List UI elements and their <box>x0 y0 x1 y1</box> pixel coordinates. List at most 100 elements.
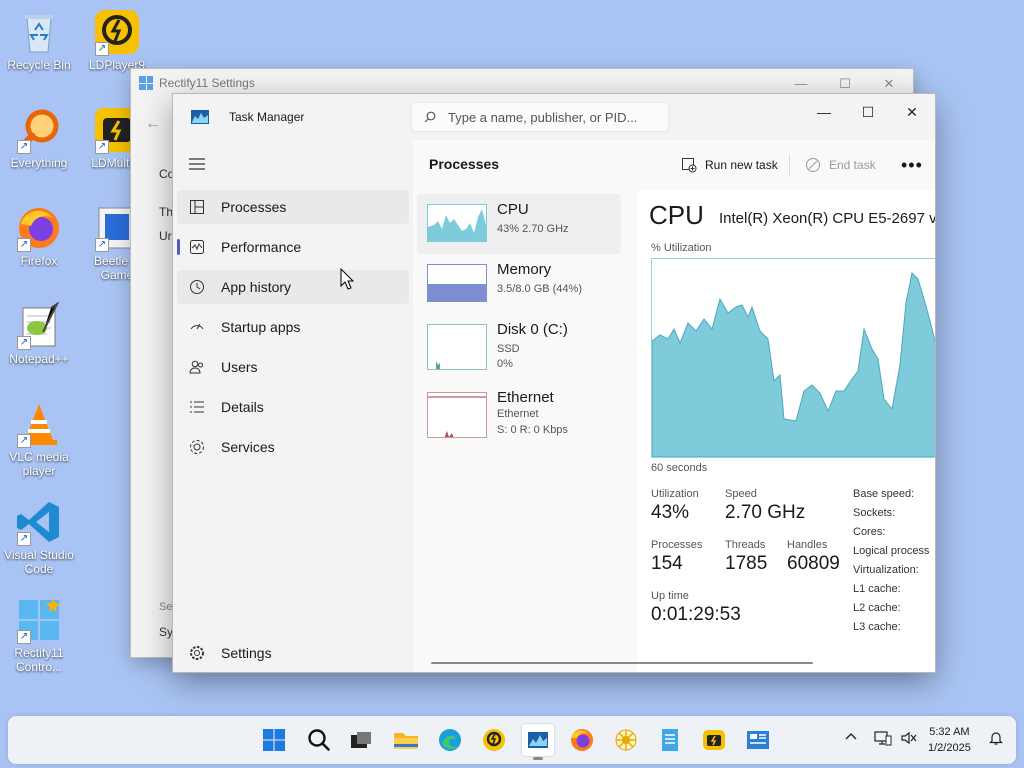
minimize-button[interactable]: — <box>781 73 821 95</box>
taskbar-notepad[interactable] <box>654 724 686 756</box>
taskbar-control-app[interactable] <box>742 724 774 756</box>
services-icon <box>190 440 204 454</box>
perf-item-name: Memory <box>497 261 552 278</box>
nav-item-label: Users <box>221 359 258 375</box>
task-manager-titlebar[interactable]: Task Manager — ☐ ✕ <box>173 94 935 140</box>
vlc-cone-icon: ↗ <box>15 400 63 448</box>
perf-item-ethernet[interactable]: Ethernet Ethernet S: 0 R: 0 Kbps <box>417 382 621 446</box>
perf-item-disk[interactable]: Disk 0 (C:) SSD 0% <box>417 314 621 374</box>
notepad-icon <box>662 729 678 751</box>
shortcut-arrow-icon: ↗ <box>95 140 109 154</box>
desktop-icon-vscode[interactable]: ↗ Visual Studio Code <box>0 498 78 576</box>
task-manager-title: Task Manager <box>229 110 305 124</box>
close-button[interactable]: ✕ <box>889 98 935 126</box>
desktop-icon-everything[interactable]: ↗ Everything <box>0 106 78 170</box>
horizontal-scrollbar[interactable] <box>431 662 813 664</box>
taskbar-firefox[interactable] <box>566 724 598 756</box>
cpu-detail-panel: CPU Intel(R) Xeon(R) CPU E5-2697 v % Uti… <box>637 190 935 672</box>
toolbar-divider <box>789 154 790 176</box>
perf-item-detail: S: 0 R: 0 Kbps <box>497 424 568 436</box>
desktop-icon-label: Firefox <box>20 254 58 268</box>
taskbar-ldplayer[interactable] <box>478 724 510 756</box>
spec-label: L1 cache: <box>853 583 901 595</box>
search-box[interactable] <box>411 102 669 132</box>
task-manager-logo-icon <box>191 110 209 124</box>
perf-item-name: Disk 0 (C:) <box>497 321 568 338</box>
desktop-icon-notepadpp[interactable]: ↗ Notepad++ <box>0 301 78 366</box>
maximize-button[interactable]: ☐ <box>825 73 865 95</box>
windows-logo-icon <box>263 729 285 751</box>
network-icon[interactable] <box>874 730 892 749</box>
active-app-indicator <box>533 757 543 760</box>
task-view-button[interactable] <box>345 724 377 756</box>
sidebar-text: Sy <box>159 625 174 639</box>
edge-browser-icon <box>439 729 461 751</box>
notification-bell-icon[interactable] <box>988 730 1004 749</box>
perf-item-detail: 43% 2.70 GHz <box>497 223 569 235</box>
desktop-icon-rectify11[interactable]: ↗ Rectify11 Contro... <box>0 596 78 674</box>
volume-muted-icon[interactable] <box>900 730 918 749</box>
graph-time-range: 60 seconds <box>651 462 708 474</box>
perf-item-memory[interactable]: Memory 3.5/8.0 GB (44%) <box>417 254 621 314</box>
taskbar-task-manager[interactable] <box>522 724 554 760</box>
taskbar-clock[interactable]: 5:32 AM 1/2/2025 <box>928 724 971 756</box>
cpu-utilization-area <box>651 271 935 458</box>
desktop-icon-firefox[interactable]: ↗ Firefox <box>0 204 78 268</box>
nav-item-startup-apps[interactable]: Startup apps <box>177 310 409 344</box>
perf-item-name: CPU <box>497 201 529 218</box>
perf-item-cpu[interactable]: CPU 43% 2.70 GHz <box>417 194 621 254</box>
handles-value: 60809 <box>787 553 840 574</box>
taskbar-edge[interactable] <box>434 724 466 756</box>
taskbar-app-flower[interactable] <box>610 724 642 756</box>
start-button[interactable] <box>258 724 290 756</box>
more-options-icon[interactable]: ••• <box>901 150 923 180</box>
task-manager-window[interactable]: Task Manager — ☐ ✕ Processes Performance… <box>172 93 936 673</box>
close-button[interactable]: ✕ <box>869 73 909 95</box>
gear-icon <box>190 646 204 660</box>
ldplayer-icon <box>483 729 505 751</box>
spec-label: L2 cache: <box>853 602 901 614</box>
chevron-up-icon[interactable] <box>844 730 858 747</box>
perf-item-type: Ethernet <box>497 408 539 420</box>
nav-item-processes[interactable]: Processes <box>177 190 409 224</box>
spec-label: Cores: <box>853 526 886 538</box>
perf-item-type: SSD <box>497 343 520 355</box>
search-input[interactable] <box>446 107 660 127</box>
desktop-icon-vlc[interactable]: ↗ VLC media player <box>0 400 78 478</box>
nav-item-users[interactable]: Users <box>177 350 409 384</box>
run-new-task-label: Run new task <box>705 158 778 172</box>
clock-date: 1/2/2025 <box>928 742 971 754</box>
clock-time: 5:32 AM <box>929 726 970 738</box>
everything-search-icon: ↗ <box>15 106 63 154</box>
run-task-icon <box>682 158 697 173</box>
nav-item-performance[interactable]: Performance <box>177 230 409 264</box>
end-task-button[interactable]: End task <box>805 150 876 180</box>
speed-value: 2.70 GHz <box>725 502 806 523</box>
end-task-icon <box>806 158 820 172</box>
shortcut-arrow-icon: ↗ <box>95 42 109 56</box>
nav-item-label: Processes <box>221 199 287 215</box>
run-new-task-button[interactable]: Run new task <box>681 150 778 180</box>
selection-indicator <box>177 239 180 255</box>
details-icon <box>190 401 204 413</box>
taskbar-ldmultiplayer[interactable] <box>698 724 730 756</box>
maximize-button[interactable]: ☐ <box>845 98 891 126</box>
taskbar-search-button[interactable] <box>303 724 335 756</box>
desktop-icon-recycle-bin[interactable]: Recycle Bin <box>0 8 78 72</box>
speed-label: Speed <box>725 488 757 500</box>
taskbar-file-explorer[interactable] <box>390 724 422 756</box>
back-arrow-icon[interactable]: ← <box>145 115 161 133</box>
desktop-icon-label: Visual Studio Code <box>4 548 74 576</box>
nav-item-app-history[interactable]: App history <box>177 270 409 304</box>
desktop-icon-label: Recycle Bin <box>7 58 71 72</box>
utilization-label: Utilization <box>651 488 699 500</box>
nav-item-settings[interactable]: Settings <box>177 636 409 670</box>
shortcut-arrow-icon: ↗ <box>17 140 31 154</box>
nav-item-details[interactable]: Details <box>177 390 409 424</box>
nav-item-services[interactable]: Services <box>177 430 409 464</box>
hamburger-menu-icon[interactable] <box>189 158 205 170</box>
desktop-icon-ldplayer[interactable]: ↗ LDPlayer9 <box>78 8 156 72</box>
navigation-pane: Processes Performance App history Startu… <box>173 140 413 672</box>
minimize-button[interactable]: — <box>801 98 847 126</box>
shortcut-arrow-icon: ↗ <box>95 238 109 252</box>
